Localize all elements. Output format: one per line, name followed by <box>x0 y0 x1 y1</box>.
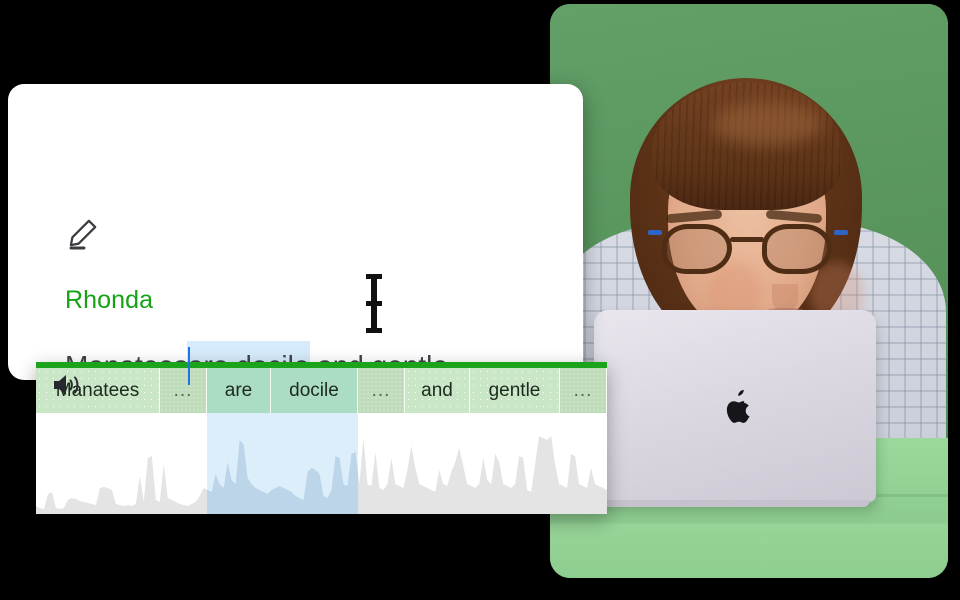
apple-logo <box>726 389 750 423</box>
word-cell-gap[interactable]: ... <box>160 368 207 413</box>
word-cell[interactable]: are <box>207 368 271 413</box>
waveform-area[interactable] <box>36 413 607 514</box>
word-cell[interactable]: and <box>405 368 470 413</box>
speaker-icon[interactable] <box>51 372 85 398</box>
hair-fringe <box>652 82 842 210</box>
lens-left <box>662 224 732 274</box>
macbook-laptop <box>594 310 876 507</box>
glasses-bridge <box>730 237 764 242</box>
audio-waveform <box>36 436 607 514</box>
screenshot-stage: Rhonda Manateesare docile and gentle Man… <box>0 0 960 600</box>
nose <box>772 284 798 312</box>
glasses-temple-right <box>834 230 848 235</box>
word-cell[interactable]: docile <box>271 368 358 413</box>
text-caret <box>187 347 190 385</box>
word-cell-gap[interactable]: ... <box>358 368 405 413</box>
text-ibeam-cursor <box>363 272 385 334</box>
lens-right <box>762 224 832 274</box>
word-cell[interactable]: gentle <box>470 368 560 413</box>
word-cell-gap[interactable]: ... <box>560 368 607 413</box>
glasses-temple-left <box>648 230 662 235</box>
audio-timeline-panel: Manatees... are docile... and gentle... <box>36 362 607 514</box>
word-token-strip[interactable]: Manatees... are docile... and gentle... <box>36 368 607 413</box>
eyeglasses <box>648 224 848 274</box>
transcript-editor-card: Rhonda Manateesare docile and gentle <box>8 84 583 394</box>
head <box>630 66 864 351</box>
speaker-label[interactable]: Rhonda <box>65 286 153 315</box>
woman-at-laptop-photo <box>550 4 948 578</box>
pencil-icon[interactable] <box>64 216 100 252</box>
hair-highlight <box>712 102 822 146</box>
